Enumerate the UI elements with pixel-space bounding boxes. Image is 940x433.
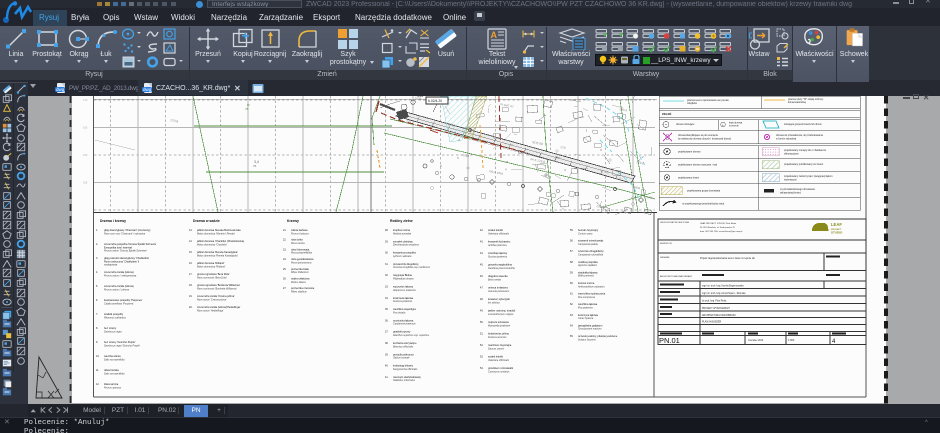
svg-text:A: A — [491, 30, 498, 40]
svg-text:dwg: dwg — [56, 87, 65, 92]
svg-text:dwg: dwg — [143, 87, 152, 92]
